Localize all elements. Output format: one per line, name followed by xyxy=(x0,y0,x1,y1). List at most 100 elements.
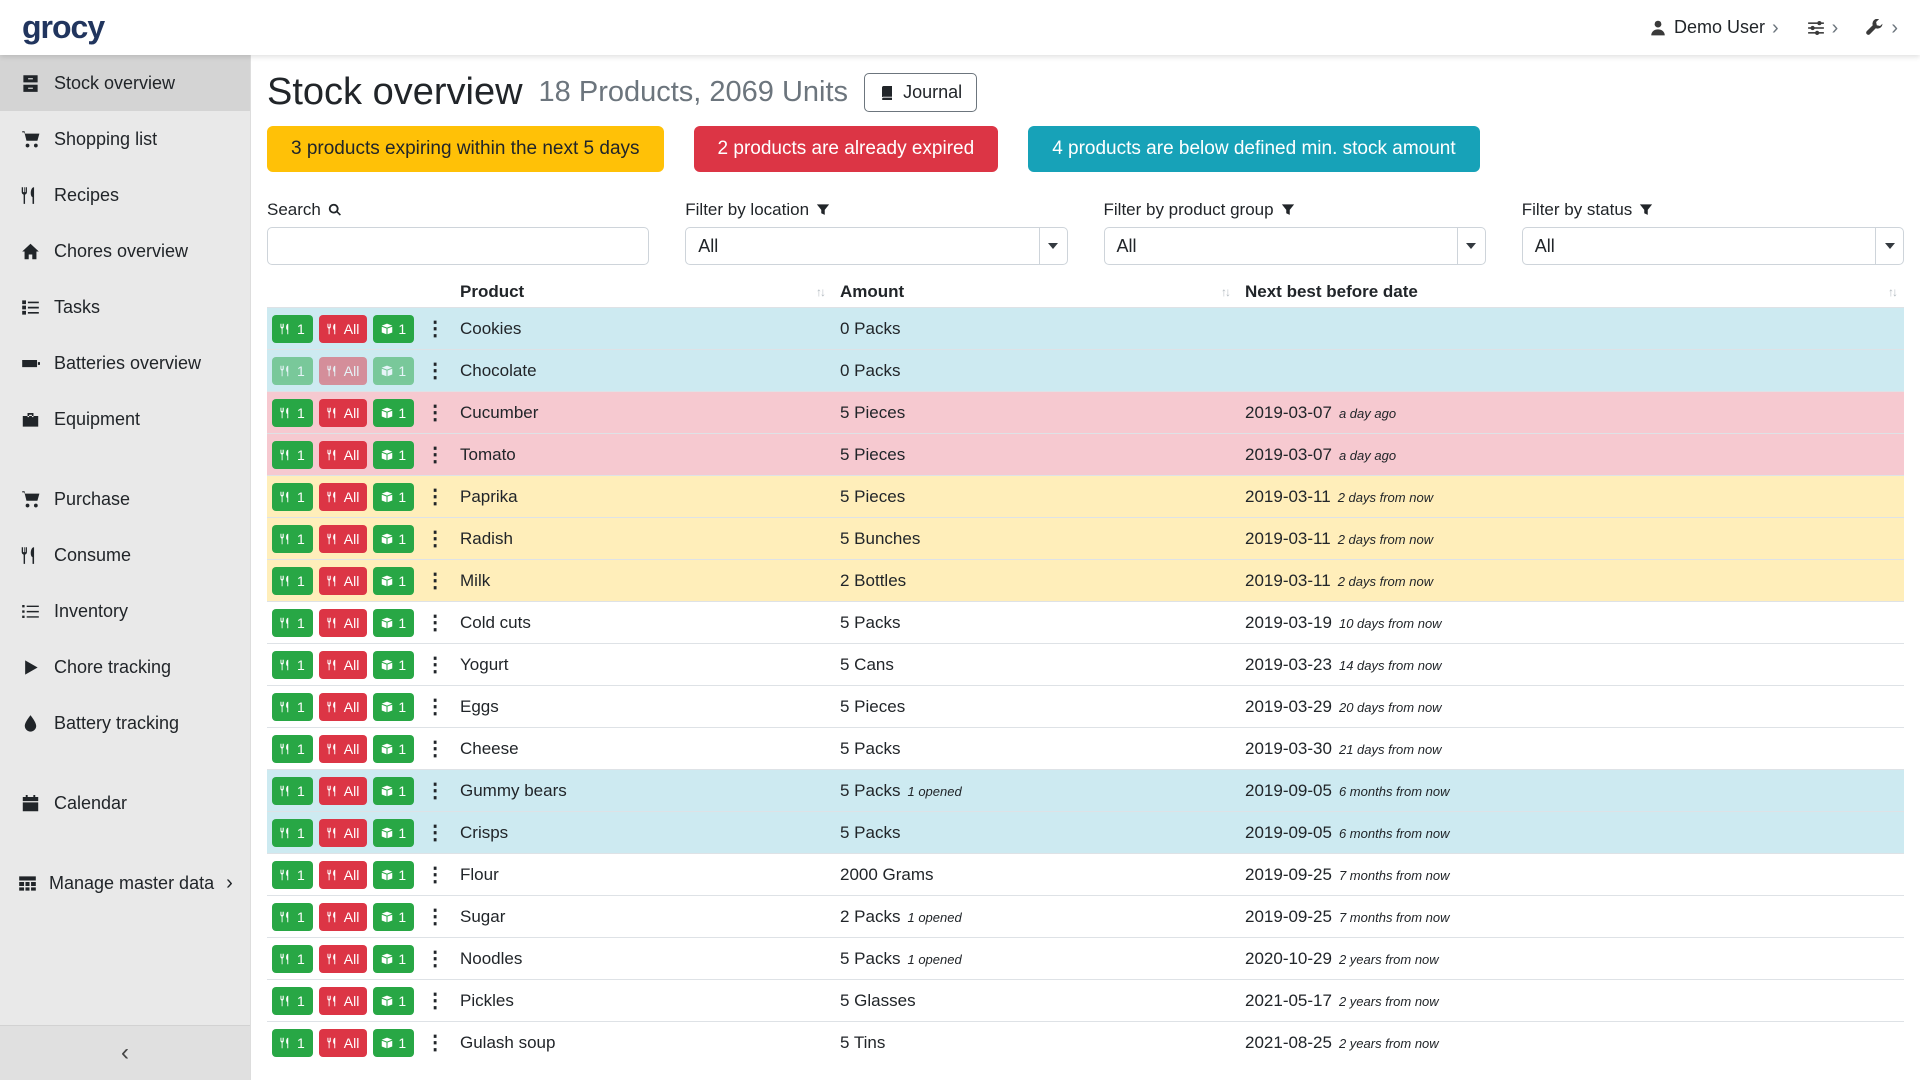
product-group-filter-select[interactable]: All xyxy=(1104,227,1486,265)
consume-one-button[interactable]: 1 xyxy=(272,567,313,595)
consume-all-button[interactable]: All xyxy=(319,399,368,427)
open-one-button[interactable]: 1 xyxy=(373,693,414,721)
row-menu-button[interactable]: ⋮ xyxy=(420,358,450,383)
consume-all-button[interactable]: All xyxy=(319,609,368,637)
amount-column-header[interactable]: Amount↑↓ xyxy=(832,277,1237,308)
consume-one-button[interactable]: 1 xyxy=(272,441,313,469)
journal-button[interactable]: Journal xyxy=(864,73,977,112)
row-menu-button[interactable]: ⋮ xyxy=(420,946,450,971)
consume-all-button[interactable]: All xyxy=(319,315,368,343)
row-menu-button[interactable]: ⋮ xyxy=(420,862,450,887)
open-one-button[interactable]: 1 xyxy=(373,483,414,511)
sidebar-item-stock-overview[interactable]: Stock overview xyxy=(0,55,250,111)
row-menu-button[interactable]: ⋮ xyxy=(420,442,450,467)
consume-all-button[interactable]: All xyxy=(319,987,368,1015)
product-column-header[interactable]: Product↑↓ xyxy=(452,277,832,308)
open-one-button[interactable]: 1 xyxy=(373,609,414,637)
consume-one-button[interactable]: 1 xyxy=(272,987,313,1015)
consume-one-button[interactable]: 1 xyxy=(272,693,313,721)
consume-one-button[interactable]: 1 xyxy=(272,651,313,679)
row-menu-button[interactable]: ⋮ xyxy=(420,1030,450,1055)
open-one-button[interactable]: 1 xyxy=(373,987,414,1015)
consume-one-button[interactable]: 1 xyxy=(272,945,313,973)
consume-one-button[interactable]: 1 xyxy=(272,777,313,805)
sidebar-item-chore-tracking[interactable]: Chore tracking xyxy=(0,639,250,695)
consume-all-button[interactable]: All xyxy=(319,735,368,763)
row-menu-button[interactable]: ⋮ xyxy=(420,526,450,551)
row-menu-button[interactable]: ⋮ xyxy=(420,568,450,593)
consume-all-button[interactable]: All xyxy=(319,651,368,679)
open-one-button[interactable]: 1 xyxy=(373,651,414,679)
expired-alert[interactable]: 2 products are already expired xyxy=(694,126,999,172)
date-column-header[interactable]: Next best before date↑↓ xyxy=(1237,277,1904,308)
consume-all-button[interactable]: All xyxy=(319,1029,368,1057)
consume-one-button[interactable]: 1 xyxy=(272,609,313,637)
consume-one-button[interactable]: 1 xyxy=(272,819,313,847)
consume-all-button[interactable]: All xyxy=(319,567,368,595)
row-menu-button[interactable]: ⋮ xyxy=(420,736,450,761)
sidebar-item-manage-master-data[interactable]: Manage master data› xyxy=(0,855,250,911)
consume-all-button[interactable]: All xyxy=(319,693,368,721)
utensils-icon xyxy=(327,323,339,335)
open-one-button[interactable]: 1 xyxy=(373,1029,414,1057)
sidebar-item-calendar[interactable]: Calendar xyxy=(0,775,250,831)
open-one-button[interactable]: 1 xyxy=(373,441,414,469)
search-input[interactable] xyxy=(267,227,649,265)
settings-menu[interactable]: › xyxy=(1807,18,1839,38)
row-menu-button[interactable]: ⋮ xyxy=(420,694,450,719)
open-one-button[interactable]: 1 xyxy=(373,525,414,553)
row-menu-button[interactable]: ⋮ xyxy=(420,484,450,509)
user-menu[interactable]: Demo User › xyxy=(1649,17,1779,38)
sidebar-item-battery-tracking[interactable]: Battery tracking xyxy=(0,695,250,751)
consume-one-button[interactable]: 1 xyxy=(272,399,313,427)
expiring-alert[interactable]: 3 products expiring within the next 5 da… xyxy=(267,126,664,172)
row-menu-button[interactable]: ⋮ xyxy=(420,316,450,341)
sidebar-item-tasks[interactable]: Tasks xyxy=(0,279,250,335)
row-menu-button[interactable]: ⋮ xyxy=(420,652,450,677)
consume-one-button[interactable]: 1 xyxy=(272,315,313,343)
consume-one-button[interactable]: 1 xyxy=(272,525,313,553)
consume-one-button[interactable]: 1 xyxy=(272,861,313,889)
sidebar-item-chores-overview[interactable]: Chores overview xyxy=(0,223,250,279)
consume-one-button[interactable]: 1 xyxy=(272,735,313,763)
open-one-button[interactable]: 1 xyxy=(373,903,414,931)
sidebar-item-consume[interactable]: Consume xyxy=(0,527,250,583)
row-menu-button[interactable]: ⋮ xyxy=(420,904,450,929)
row-menu-button[interactable]: ⋮ xyxy=(420,778,450,803)
consume-all-button[interactable]: All xyxy=(319,945,368,973)
open-one-button[interactable]: 1 xyxy=(373,861,414,889)
location-filter-select[interactable]: All xyxy=(685,227,1067,265)
consume-all-button[interactable]: All xyxy=(319,861,368,889)
consume-all-button[interactable]: All xyxy=(319,819,368,847)
sidebar-item-shopping-list[interactable]: Shopping list xyxy=(0,111,250,167)
sidebar-item-inventory[interactable]: Inventory xyxy=(0,583,250,639)
open-one-button[interactable]: 1 xyxy=(373,945,414,973)
sidebar-item-purchase[interactable]: Purchase xyxy=(0,471,250,527)
consume-all-button[interactable]: All xyxy=(319,483,368,511)
sidebar-item-recipes[interactable]: Recipes xyxy=(0,167,250,223)
row-menu-button[interactable]: ⋮ xyxy=(420,820,450,845)
open-one-button[interactable]: 1 xyxy=(373,567,414,595)
open-one-button[interactable]: 1 xyxy=(373,399,414,427)
row-menu-button[interactable]: ⋮ xyxy=(420,400,450,425)
sidebar-item-batteries-overview[interactable]: Batteries overview xyxy=(0,335,250,391)
consume-all-button[interactable]: All xyxy=(319,777,368,805)
row-menu-button[interactable]: ⋮ xyxy=(420,988,450,1013)
sidebar-item-equipment[interactable]: Equipment xyxy=(0,391,250,447)
open-one-button[interactable]: 1 xyxy=(373,777,414,805)
open-one-button[interactable]: 1 xyxy=(373,735,414,763)
consume-one-button[interactable]: 1 xyxy=(272,483,313,511)
admin-menu[interactable]: › xyxy=(1866,18,1898,38)
consume-all-button[interactable]: All xyxy=(319,525,368,553)
below-min-stock-alert[interactable]: 4 products are below defined min. stock … xyxy=(1028,126,1479,172)
consume-all-button[interactable]: All xyxy=(319,441,368,469)
status-filter-select[interactable]: All xyxy=(1522,227,1904,265)
app-logo[interactable]: grocy xyxy=(22,9,104,46)
sidebar-collapse-button[interactable]: ‹ xyxy=(0,1025,250,1080)
consume-one-button[interactable]: 1 xyxy=(272,1029,313,1057)
row-menu-button[interactable]: ⋮ xyxy=(420,610,450,635)
consume-one-button[interactable]: 1 xyxy=(272,903,313,931)
consume-all-button[interactable]: All xyxy=(319,903,368,931)
open-one-button[interactable]: 1 xyxy=(373,315,414,343)
open-one-button[interactable]: 1 xyxy=(373,819,414,847)
